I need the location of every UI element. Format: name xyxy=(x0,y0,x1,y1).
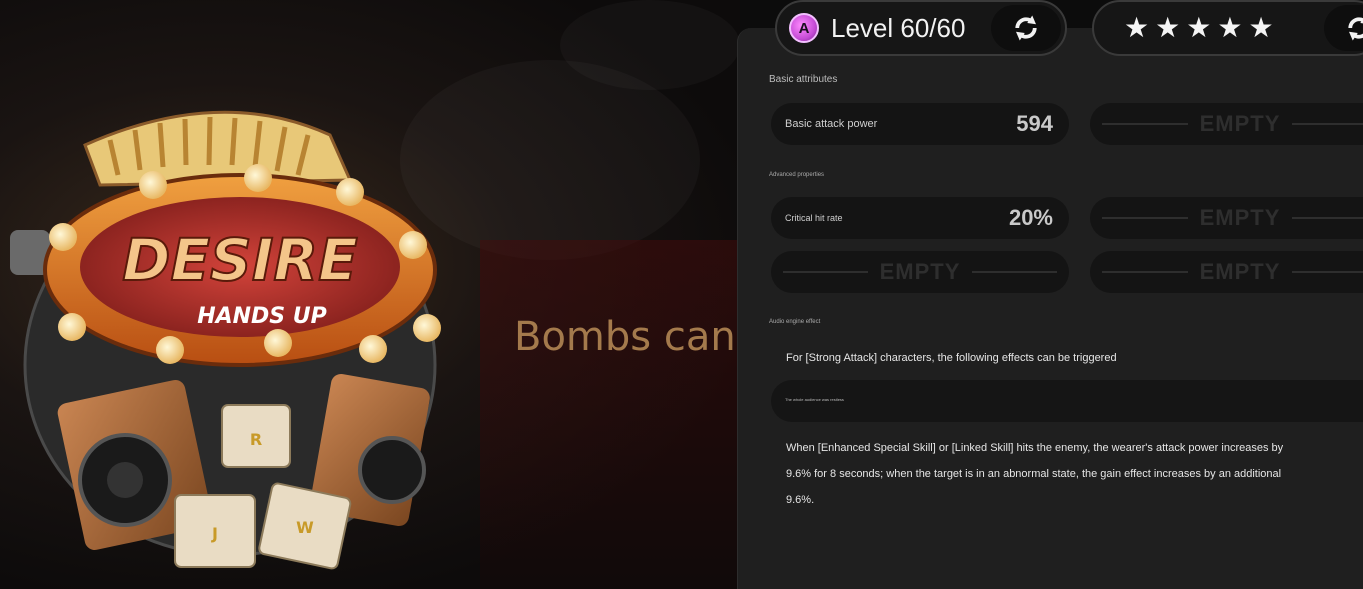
refresh-icon xyxy=(1015,15,1037,41)
divider xyxy=(1292,217,1363,219)
cube-letter: R xyxy=(250,430,262,449)
empty-slot: EMPTY xyxy=(1090,251,1363,293)
stat-value: 594 xyxy=(1016,111,1053,136)
rarity-pill: ★ ★ ★ ★ ★ xyxy=(1092,0,1363,56)
audio-effect-description: When [Enhanced Special Skill] or [Linked… xyxy=(786,442,1284,506)
section-basic-label: Basic attributes xyxy=(769,74,838,85)
stat-value: 20% xyxy=(1008,205,1053,230)
divider xyxy=(783,271,868,273)
star-icon: ★ xyxy=(1248,12,1274,43)
level-refresh-button[interactable] xyxy=(991,5,1061,51)
slogan-text: Bombs can xyxy=(514,314,736,360)
empty-label: EMPTY xyxy=(1199,111,1281,136)
empty-slot: EMPTY xyxy=(771,251,1069,293)
cube-letter: J xyxy=(211,524,218,543)
rank-badge-letter: A xyxy=(798,19,810,37)
star-icon: ★ xyxy=(1217,12,1243,43)
stat-name: Critical hit rate xyxy=(785,213,843,223)
audio-effect-name: The whole audience was restless xyxy=(785,397,844,402)
empty-slot: EMPTY xyxy=(1090,103,1363,145)
stat-name: Basic attack power xyxy=(785,118,878,130)
divider xyxy=(1102,271,1188,273)
empty-slot: EMPTY xyxy=(1090,197,1363,239)
sign-main-text: DESIRE xyxy=(122,226,357,294)
audio-effect-name-bar: The whole audience was restless xyxy=(771,380,1363,422)
stat-basic-attack: Basic attack power 594 xyxy=(771,103,1069,145)
empty-label: EMPTY xyxy=(1199,259,1281,284)
audio-effect-title: For [Strong Attack] characters, the foll… xyxy=(786,352,1117,364)
stat-critical-hit: Critical hit rate 20% xyxy=(771,197,1069,239)
divider xyxy=(1102,217,1188,219)
empty-label: EMPTY xyxy=(1199,205,1281,230)
rarity-refresh-button[interactable] xyxy=(1324,5,1363,51)
divider xyxy=(1292,271,1363,273)
sign-sub-text: HANDS UP xyxy=(197,304,327,329)
level-text: Level 60/60 xyxy=(831,12,966,43)
rarity-stars: ★ ★ ★ ★ ★ xyxy=(1124,14,1274,42)
bg-decor xyxy=(560,0,740,90)
cube-letter: W xyxy=(296,518,314,537)
w-engine-artwork: DESIRE HANDS UP R J W xyxy=(10,110,441,570)
star-icon: ★ xyxy=(1124,12,1150,43)
divider xyxy=(1292,123,1363,125)
refresh-icon xyxy=(1348,17,1363,41)
section-advanced-label: Advanced properties xyxy=(769,172,825,178)
bg-red-poster xyxy=(480,240,740,589)
divider xyxy=(1102,123,1188,125)
level-pill: A Level 60/60 xyxy=(775,0,1067,56)
rank-a-badge-icon: A xyxy=(789,13,819,43)
star-icon: ★ xyxy=(1186,12,1212,43)
empty-label: EMPTY xyxy=(879,259,961,284)
divider xyxy=(972,271,1058,273)
star-icon: ★ xyxy=(1155,12,1181,43)
section-audio-label: Audio engine effect xyxy=(769,319,821,325)
